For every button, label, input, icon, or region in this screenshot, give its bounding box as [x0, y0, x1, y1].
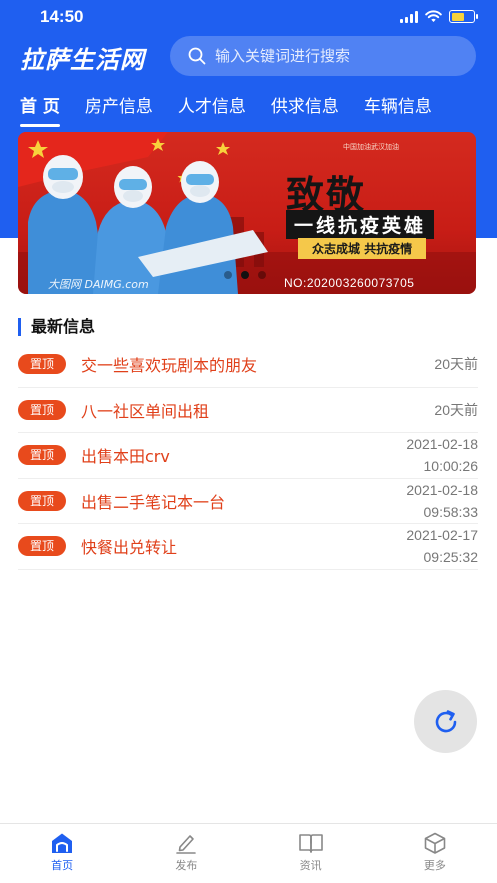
tab-vehicles[interactable]: 车辆信息	[364, 92, 432, 127]
nav-news-label: 资讯	[299, 859, 322, 872]
list-item-time-text: 09:58:33	[423, 503, 479, 520]
banner-subtitle: 一线抗疫英雄	[286, 210, 435, 239]
status-time: 14:50	[40, 7, 84, 26]
pinned-badge: 置顶	[18, 354, 66, 375]
battery-icon	[449, 10, 478, 23]
banner-pagination	[224, 271, 266, 279]
latest-info-list: 置顶 交一些喜欢玩剧本的朋友 20天前 置顶 八一社区单间出租 20天前 置顶 …	[18, 342, 478, 570]
nav-publish[interactable]: 发布	[124, 824, 248, 883]
nav-more-label: 更多	[423, 859, 446, 872]
refresh-button[interactable]	[414, 690, 477, 753]
list-item-time-text: 20天前	[434, 401, 478, 418]
list-item[interactable]: 置顶 八一社区单间出租 20天前	[18, 388, 478, 433]
edit-icon	[176, 835, 197, 854]
nav-news[interactable]: 资讯	[249, 824, 373, 883]
list-item-title[interactable]: 八一社区单间出租	[81, 398, 478, 422]
list-item-time-text: 10:00:26	[423, 458, 479, 475]
banner-dot-active[interactable]	[241, 271, 249, 279]
list-item-date-text: 2021-02-18	[406, 436, 478, 453]
book-icon	[298, 834, 323, 853]
promo-banner[interactable]: 中国加油武汉加油 致敬 一线抗疫英雄 众志成城 共抗疫情 大图网 DAIMG.c…	[18, 132, 476, 294]
list-item-date-text: 2021-02-18	[406, 481, 478, 498]
pinned-badge: 置顶	[18, 445, 66, 466]
list-item-time-text: 09:25:32	[423, 549, 479, 566]
home-icon	[52, 833, 73, 853]
wifi-icon	[425, 10, 442, 22]
banner-watermark-left: 大图网 DAIMG.com	[48, 278, 149, 291]
list-item-title[interactable]: 交一些喜欢玩剧本的朋友	[81, 352, 478, 376]
list-item[interactable]: 置顶 出售本田crv 2021-02-18 10:00:26	[18, 433, 478, 479]
nav-publish-label: 发布	[175, 859, 198, 872]
list-item-time-text: 20天前	[434, 356, 478, 373]
list-item-date-text: 2021-02-17	[406, 527, 478, 544]
nav-home-label: 首页	[51, 859, 74, 872]
pinned-badge: 置顶	[18, 399, 66, 420]
search-icon	[188, 47, 206, 65]
list-item-time: 2021-02-18 10:00:26	[406, 433, 478, 478]
banner-slogan: 众志成城 共抗疫情	[298, 238, 427, 259]
tab-supply-demand[interactable]: 供求信息	[271, 92, 339, 127]
section-title: 最新信息	[18, 318, 95, 336]
banner-dot[interactable]	[224, 271, 232, 279]
list-item-time: 2021-02-18 09:58:33	[406, 479, 478, 524]
search-bar[interactable]	[170, 36, 476, 76]
cube-icon	[424, 832, 446, 854]
banner-dot[interactable]	[258, 271, 266, 279]
banner-watermark-right: NO:20200326007370​5	[284, 276, 415, 290]
status-icons	[400, 10, 478, 23]
status-bar: 14:50	[0, 0, 497, 34]
bottom-nav: 首页 发布 资讯 更多	[0, 823, 497, 883]
nav-more[interactable]: 更多	[373, 824, 497, 883]
list-item-time: 20天前	[434, 342, 478, 387]
list-item[interactable]: 置顶 交一些喜欢玩剧本的朋友 20天前	[18, 342, 478, 388]
pinned-badge: 置顶	[18, 490, 66, 511]
signal-icon	[400, 10, 418, 23]
tab-jobs[interactable]: 人才信息	[178, 92, 246, 127]
banner-top-text: 中国加油武汉加油	[343, 143, 399, 151]
list-item-time: 2021-02-17 09:25:32	[406, 524, 478, 569]
pinned-badge: 置顶	[18, 536, 66, 557]
list-item[interactable]: 置顶 出售二手笔记本一台 2021-02-18 09:58:33	[18, 479, 478, 524]
nav-home[interactable]: 首页	[0, 824, 124, 883]
tab-home[interactable]: 首 页	[20, 92, 60, 127]
list-item[interactable]: 置顶 快餐出兑转让 2021-02-17 09:25:32	[18, 524, 478, 570]
list-item-time: 20天前	[434, 388, 478, 433]
refresh-icon	[435, 709, 456, 732]
tab-real-estate[interactable]: 房产信息	[85, 92, 153, 127]
app-title: 拉萨生活网	[20, 46, 145, 74]
search-input[interactable]	[215, 47, 455, 65]
category-tabs: 首 页 房产信息 人才信息 供求信息 车辆信息	[20, 92, 457, 127]
